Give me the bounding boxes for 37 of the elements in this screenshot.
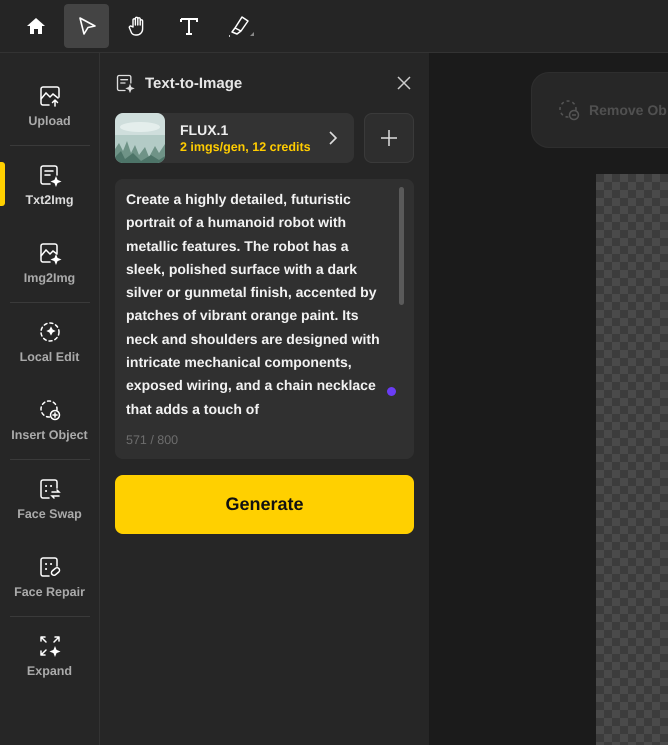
- scrollbar[interactable]: [399, 187, 404, 305]
- image-upload-icon: [38, 84, 62, 108]
- pointer-icon: [76, 16, 96, 36]
- sidebar-item[interactable]: Upload: [0, 67, 99, 145]
- sidebar-item[interactable]: Txt2Img: [0, 146, 99, 224]
- text-tool-icon: [178, 16, 198, 36]
- plus-icon: [380, 129, 398, 147]
- active-marker: [0, 162, 5, 206]
- chevron-right-icon: [328, 130, 338, 146]
- dashed-circle-plus-icon: [38, 398, 62, 422]
- dashed-circle-sparkle-icon: [38, 320, 62, 344]
- sidebar-item[interactable]: Local Edit: [0, 303, 99, 381]
- sidebar-item[interactable]: Face Swap: [0, 460, 99, 538]
- home-icon: [26, 16, 46, 36]
- toolbar-button[interactable]: [64, 4, 109, 48]
- image-sparkle-icon: [38, 241, 62, 265]
- sidebar-item[interactable]: Insert Object: [0, 381, 99, 459]
- model-details: 2 imgs/gen, 12 credits: [180, 140, 312, 154]
- close-icon: [396, 75, 412, 91]
- model-selector[interactable]: FLUX.1 2 imgs/gen, 12 credits: [115, 113, 354, 163]
- sidebar-item[interactable]: Expand: [0, 617, 99, 695]
- text-sparkle-icon: [115, 73, 135, 93]
- panel-title: Text-to-Image: [145, 74, 244, 92]
- prompt-text: Create a highly detailed, futuristic portrait of a humanoid robot with metallic features. The robot has a sleek, polished surface with a dark silver or gunmetal finish, accented by patches of vibrant orange paint. Its neck and shoulders are designed with intricate mechanical components, exposed wiring, and a chain necklace that adds a touch of: [126, 190, 381, 419]
- cursor-dot: [387, 387, 396, 396]
- face-swap-icon: [38, 477, 62, 501]
- generate-button[interactable]: Generate: [115, 474, 414, 534]
- model-name: FLUX.1: [180, 122, 230, 138]
- expand-arrows-icon: [38, 634, 62, 658]
- text-sparkle-icon: [38, 163, 62, 187]
- character-counter: 571 / 800: [126, 432, 180, 447]
- prompt-field[interactable]: [115, 179, 414, 459]
- add-button[interactable]: [364, 113, 414, 163]
- dashed-circle-minus-icon: [557, 98, 581, 122]
- face-bandage-icon: [38, 555, 62, 579]
- sidebar-item[interactable]: Img2Img: [0, 224, 99, 302]
- sidebar-item[interactable]: Face Repair: [0, 538, 99, 616]
